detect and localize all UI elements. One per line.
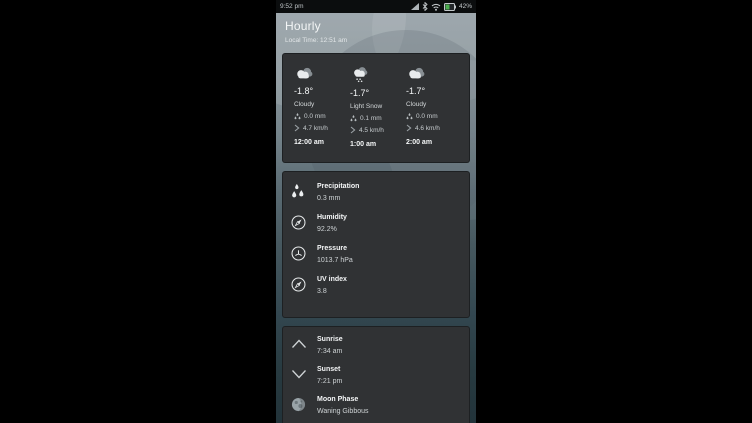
- sunset-icon: [291, 366, 309, 385]
- hour-precipitation: 0.0 mm: [304, 113, 326, 120]
- hour-condition: Light Snow: [350, 103, 382, 110]
- hour-condition: Cloudy: [294, 101, 314, 108]
- wind-direction-icon: [406, 124, 412, 132]
- detail-value: 1013.7 hPa: [317, 257, 353, 264]
- detail-row-pressure: Pressure 1013.7 hPa: [291, 245, 461, 264]
- sun-value: 7:34 am: [317, 348, 343, 355]
- status-bar: 9:52 pm: [276, 0, 476, 13]
- sun-row-sunrise: Sunrise 7:34 am: [291, 336, 461, 355]
- hour-temp: -1.8°: [294, 86, 313, 96]
- detail-label: Pressure: [317, 245, 353, 252]
- status-time: 9:52 pm: [280, 3, 304, 10]
- cloudy-icon: [294, 66, 315, 81]
- pressure-icon: [291, 245, 309, 264]
- hour-column[interactable]: -1.7° Cloudy 0.0 mm 4.6 km/h 2:0: [404, 66, 460, 162]
- precipitation-icon: [291, 183, 309, 202]
- hourly-forecast-card[interactable]: -1.8° Cloudy 0.0 mm 4.7 km/h 12:: [282, 53, 470, 163]
- detail-label: Humidity: [317, 214, 347, 221]
- hour-time: 1:00 am: [350, 141, 376, 148]
- hour-column[interactable]: -1.8° Cloudy 0.0 mm 4.7 km/h 12:: [292, 66, 348, 162]
- moon-value: Waning Gibbous: [317, 408, 369, 415]
- sun-label: Sunset: [317, 366, 342, 373]
- cellular-signal-icon: [411, 3, 419, 10]
- hour-precipitation: 0.0 mm: [416, 113, 438, 120]
- detail-value: 3.8: [317, 288, 347, 295]
- screenshot-stage: 9:52 pm: [0, 0, 752, 423]
- hour-condition: Cloudy: [406, 101, 426, 108]
- cloudy-icon: [406, 66, 427, 81]
- hour-time: 12:00 am: [294, 139, 324, 146]
- detail-row-precipitation: Precipitation 0.3 mm: [291, 183, 461, 202]
- page-title: Hourly: [285, 19, 347, 33]
- raindrop-icon: [350, 115, 357, 122]
- hour-time: 2:00 am: [406, 139, 432, 146]
- wind-direction-icon: [350, 126, 356, 134]
- raindrop-icon: [406, 113, 413, 120]
- sunrise-icon: [291, 336, 309, 355]
- weather-details-card[interactable]: Precipitation 0.3 mm Humidity 92.2%: [282, 171, 470, 318]
- hour-wind: 4.7 km/h: [303, 125, 328, 132]
- raindrop-icon: [294, 113, 301, 120]
- light-snow-icon: [350, 66, 371, 83]
- moon-label: Moon Phase: [317, 396, 369, 403]
- phone-screen: 9:52 pm: [276, 0, 476, 423]
- hour-temp: -1.7°: [406, 86, 425, 96]
- uv-index-icon: [291, 276, 309, 295]
- sun-row-sunset: Sunset 7:21 pm: [291, 366, 461, 385]
- page-header: Hourly Local Time: 12:51 am: [285, 19, 347, 44]
- bluetooth-icon: [422, 2, 428, 11]
- hour-column[interactable]: -1.7° Light Snow 0.1 mm 4.5 km/h: [348, 66, 404, 162]
- hour-wind: 4.5 km/h: [359, 127, 384, 134]
- humidity-icon: [291, 214, 309, 233]
- sun-value: 7:21 pm: [317, 378, 342, 385]
- sun-moon-card[interactable]: Sunrise 7:34 am Sunset 7:21 pm: [282, 326, 470, 423]
- detail-row-humidity: Humidity 92.2%: [291, 214, 461, 233]
- moon-phase-icon: [291, 396, 309, 415]
- detail-label: Precipitation: [317, 183, 359, 190]
- wifi-icon: [431, 3, 441, 11]
- battery-percent: 42%: [459, 3, 472, 10]
- detail-value: 0.3 mm: [317, 195, 359, 202]
- hour-temp: -1.7°: [350, 88, 369, 98]
- sun-label: Sunrise: [317, 336, 343, 343]
- battery-icon: [444, 3, 456, 11]
- detail-value: 92.2%: [317, 226, 347, 233]
- sun-row-moon-phase: Moon Phase Waning Gibbous: [291, 396, 461, 415]
- local-time: Local Time: 12:51 am: [285, 37, 347, 44]
- hour-precipitation: 0.1 mm: [360, 115, 382, 122]
- detail-row-uv-index: UV index 3.8: [291, 276, 461, 295]
- wind-direction-icon: [294, 124, 300, 132]
- hour-wind: 4.6 km/h: [415, 125, 440, 132]
- detail-label: UV index: [317, 276, 347, 283]
